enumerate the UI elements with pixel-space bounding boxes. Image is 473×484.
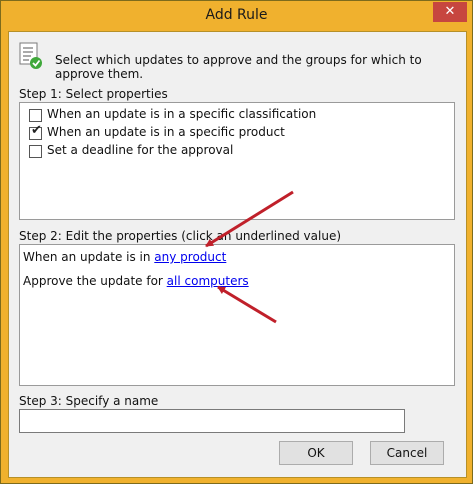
- option-label: Set a deadline for the approval: [47, 143, 234, 157]
- add-rule-dialog: Add Rule ✕ Select which updates to appro…: [0, 0, 473, 484]
- intro-text: Select which updates to approve and the …: [55, 53, 422, 81]
- product-rule-line: When an update is in any product: [23, 250, 226, 264]
- computer-rule-line: Approve the update for all computers: [23, 274, 249, 288]
- computer-rule-prefix: Approve the update for: [23, 274, 167, 288]
- step1-label: Step 1: Select properties: [19, 87, 168, 101]
- product-checkbox[interactable]: ✔: [29, 123, 42, 140]
- properties-list: When an update is in a specific classifi…: [19, 102, 455, 220]
- step3-label: Step 3: Specify a name: [19, 394, 159, 408]
- step2-label: Step 2: Edit the properties (click an un…: [19, 229, 342, 243]
- ok-button[interactable]: OK: [279, 441, 353, 465]
- close-icon: ✕: [444, 4, 456, 19]
- deadline-checkbox[interactable]: [29, 145, 42, 158]
- rule-description: When an update is in any product Approve…: [19, 244, 455, 386]
- check-mark-icon: ✔: [31, 123, 42, 138]
- any-product-link[interactable]: any product: [154, 250, 226, 264]
- option-label: When an update is in a specific classifi…: [47, 107, 317, 121]
- option-label: When an update is in a specific product: [47, 125, 285, 139]
- rule-name-input[interactable]: [19, 409, 405, 433]
- product-rule-prefix: When an update is in: [23, 250, 155, 264]
- classification-checkbox[interactable]: [29, 109, 42, 122]
- window-title: Add Rule: [205, 7, 268, 23]
- close-button[interactable]: ✕: [433, 2, 467, 22]
- checklist-check-icon: [19, 42, 42, 69]
- dialog-body: Select which updates to approve and the …: [8, 31, 467, 478]
- title-bar[interactable]: Add Rule ✕: [1, 1, 472, 31]
- all-computers-link[interactable]: all computers: [167, 274, 249, 288]
- cancel-button[interactable]: Cancel: [370, 441, 444, 465]
